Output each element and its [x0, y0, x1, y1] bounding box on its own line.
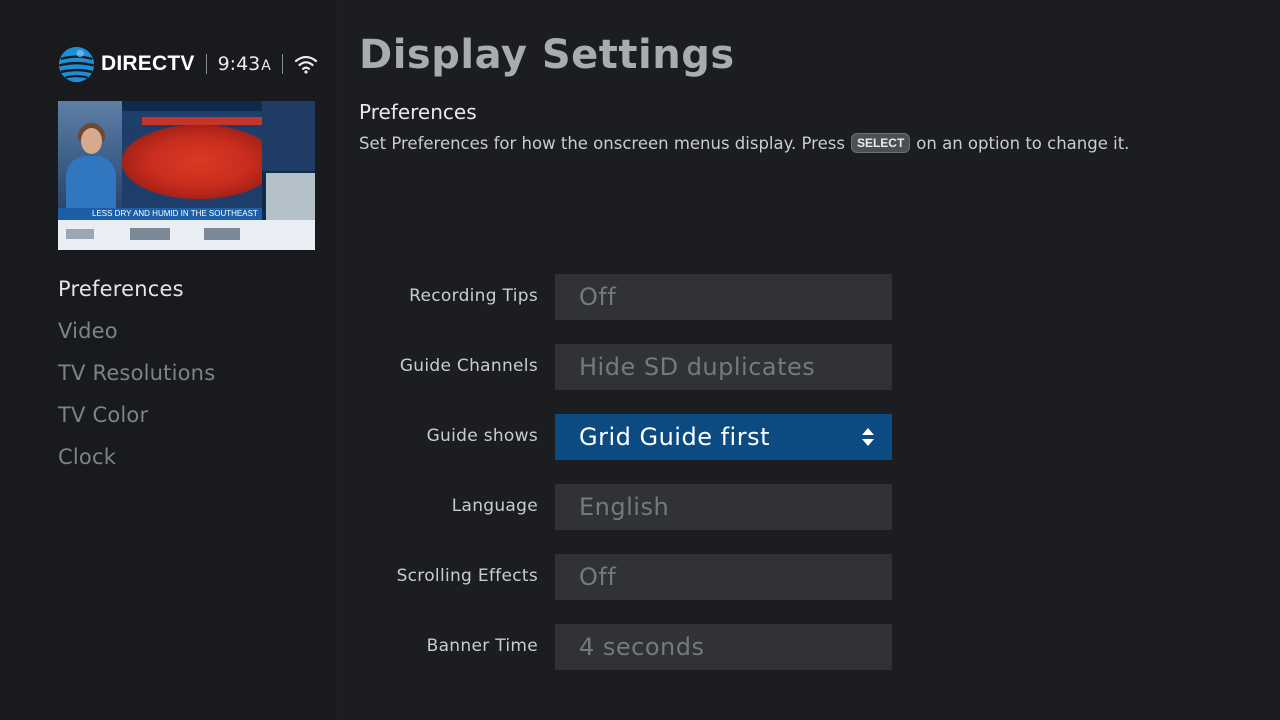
sidebar: DIRECTV 9:43A LESS DRY AND HUMID IN THE … [0, 0, 338, 720]
preview-ticker [58, 220, 315, 250]
setting-row-guide-channels: Guide Channels Hide SD duplicates [338, 344, 1280, 390]
clock-time: 9:43 [217, 53, 261, 75]
setting-value-text: English [579, 493, 670, 521]
setting-value-language[interactable]: English [555, 484, 892, 530]
brand-header: DIRECTV 9:43A [58, 44, 318, 84]
setting-value-text: Off [579, 283, 617, 311]
description-text: Set Preferences for how the onscreen men… [359, 133, 845, 153]
clock-ampm: A [261, 58, 271, 74]
setting-value-text: 4 seconds [579, 633, 705, 661]
setting-row-guide-shows: Guide shows Grid Guide first [338, 414, 1280, 460]
setting-value-scrolling-effects[interactable]: Off [555, 554, 892, 600]
brand-name: DIRECTV [101, 52, 195, 75]
preview-anchor-body [66, 156, 116, 208]
main-panel: Display Settings Preferences Set Prefere… [338, 0, 1280, 720]
preview-weather-map [122, 125, 262, 199]
setting-value-text: Hide SD duplicates [579, 353, 816, 381]
setting-value-guide-channels[interactable]: Hide SD duplicates [555, 344, 892, 390]
setting-row-language: Language English [338, 484, 1280, 530]
setting-label: Recording Tips [409, 286, 538, 306]
preview-anchor-head [81, 128, 102, 154]
preview-side-map [266, 173, 315, 220]
setting-label: Guide shows [426, 426, 538, 446]
menu-item-video[interactable]: Video [58, 319, 215, 361]
setting-value-guide-shows[interactable]: Grid Guide first [555, 414, 892, 460]
divider [205, 54, 207, 74]
setting-label: Banner Time [426, 636, 538, 656]
live-tv-preview[interactable]: LESS DRY AND HUMID IN THE SOUTHEAST [58, 101, 315, 250]
select-key-badge: SELECT [850, 133, 911, 153]
preview-map-header [142, 117, 262, 125]
menu-item-clock[interactable]: Clock [58, 445, 215, 487]
setting-row-scrolling-effects: Scrolling Effects Off [338, 554, 1280, 600]
setting-row-recording-tips: Recording Tips Off [338, 274, 1280, 320]
section-heading: Preferences [359, 100, 477, 124]
settings-menu: Preferences Video TV Resolutions TV Colo… [58, 277, 215, 487]
setting-label: Language [451, 496, 538, 516]
preview-ticker-item [66, 229, 94, 239]
page-title: Display Settings [359, 32, 735, 78]
setting-value-text: Grid Guide first [579, 423, 770, 451]
preview-lower-third: LESS DRY AND HUMID IN THE SOUTHEAST [58, 208, 262, 220]
att-globe-icon [58, 46, 95, 82]
menu-item-tv-resolutions[interactable]: TV Resolutions [58, 361, 215, 403]
section-description: Set Preferences for how the onscreen men… [359, 133, 1129, 153]
menu-item-tv-color[interactable]: TV Color [58, 403, 215, 445]
preview-ticker-item [204, 228, 240, 240]
up-down-arrows-icon [862, 428, 874, 446]
preview-side-panel [262, 101, 315, 171]
divider [281, 54, 283, 74]
preview-ticker-item [130, 228, 170, 240]
setting-label: Guide Channels [399, 356, 538, 376]
setting-label: Scrolling Effects [396, 566, 538, 586]
setting-row-banner-time: Banner Time 4 seconds [338, 624, 1280, 670]
clock: 9:43A [218, 53, 271, 75]
menu-item-preferences[interactable]: Preferences [58, 277, 215, 319]
preview-lower-third-text: LESS DRY AND HUMID IN THE SOUTHEAST [92, 209, 258, 218]
setting-value-recording-tips[interactable]: Off [555, 274, 892, 320]
setting-value-text: Off [579, 563, 617, 591]
wifi-icon [294, 55, 317, 74]
setting-value-banner-time[interactable]: 4 seconds [555, 624, 892, 670]
description-text: on an option to change it. [916, 133, 1130, 153]
